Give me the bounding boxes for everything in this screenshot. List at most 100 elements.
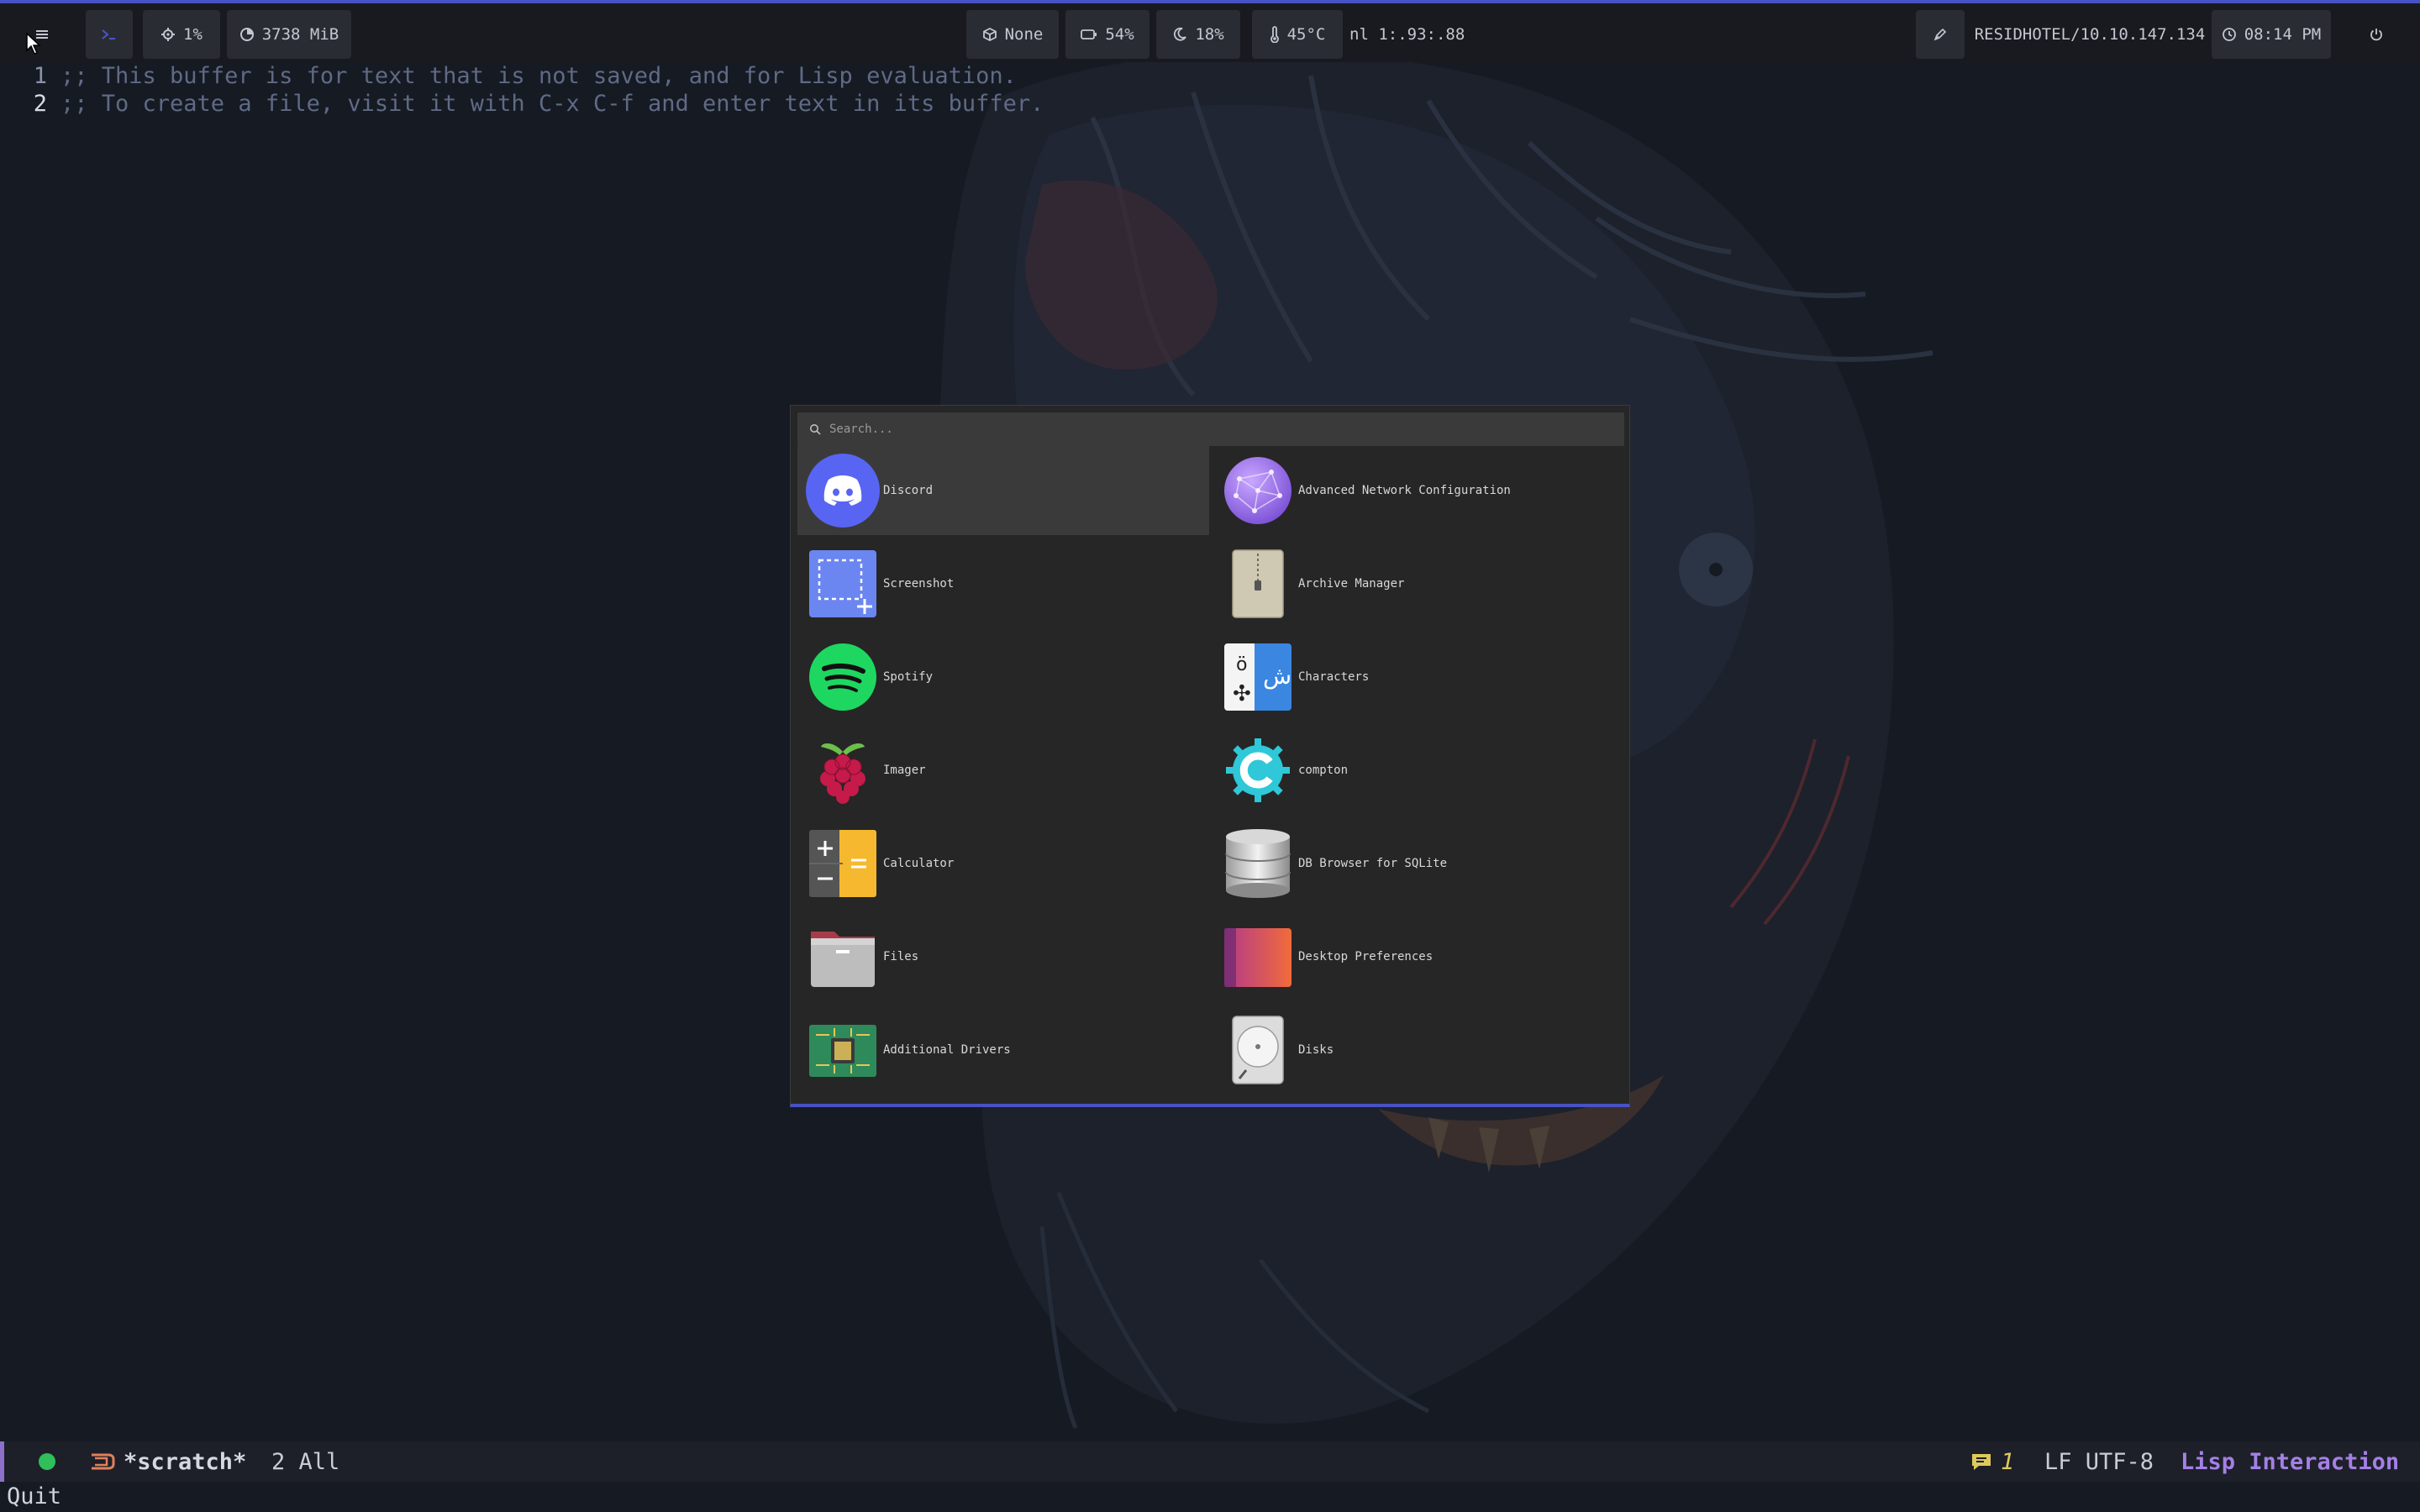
app-label: Files <box>883 950 919 963</box>
host-address[interactable]: RESIDHOTEL/10.10.147.134 <box>1974 10 2206 59</box>
battery-icon <box>1081 29 1097 39</box>
desktop-preferences-icon <box>1221 920 1295 994</box>
app-imager[interactable]: Imager <box>797 726 1209 815</box>
app-desktop-preferences[interactable]: Desktop Preferences <box>1213 912 1624 1001</box>
spotify-icon <box>806 640 880 714</box>
mouse-cursor <box>26 32 41 55</box>
updates-widget[interactable]: None <box>966 10 1059 59</box>
mode-line: *scratch* 2 All 1 LF UTF-8 Lisp Interact… <box>0 1441 2420 1482</box>
app-label: compton <box>1298 764 1349 777</box>
line-text: ;; This buffer is for text that is not s… <box>60 63 1017 89</box>
messages-indicator[interactable]: 1 <box>1970 1441 2014 1482</box>
brightness-level: 18% <box>1195 25 1224 44</box>
message-icon <box>1972 1454 1991 1470</box>
major-mode[interactable]: Lisp Interaction <box>2181 1441 2399 1482</box>
line-number: 1 <box>33 63 47 89</box>
app-label: DB Browser for SQLite <box>1298 857 1448 870</box>
brightness-widget[interactable]: 18% <box>1156 10 1240 59</box>
app-screenshot[interactable]: Screenshot <box>797 539 1209 628</box>
discord-icon <box>806 454 880 528</box>
characters-icon: ö ✣ ش <box>1221 640 1295 714</box>
buffer-status-indicator <box>38 1441 56 1482</box>
memory-usage: 3738 MiB <box>261 25 339 44</box>
memory-icon <box>239 28 254 41</box>
clock-widget[interactable]: 08:14 PM <box>2212 10 2331 59</box>
cpu-widget[interactable]: 1% <box>143 10 220 59</box>
compton-icon <box>1221 733 1295 807</box>
app-grid: Discord Advanced Network Configuration S… <box>797 446 1624 1095</box>
folder-icon <box>806 920 880 994</box>
power-button[interactable] <box>2353 10 2400 59</box>
raspberry-icon <box>806 733 880 807</box>
app-spotify[interactable]: Spotify <box>797 633 1209 722</box>
terminal-button[interactable] <box>86 10 133 59</box>
buffer-name[interactable]: *scratch* <box>124 1441 246 1482</box>
app-label: Archive Manager <box>1298 577 1405 591</box>
clock-time: 08:14 PM <box>2244 25 2322 44</box>
svg-text:ش: ش <box>1263 662 1292 690</box>
pen-icon <box>1933 28 1947 41</box>
archive-icon <box>1221 547 1295 621</box>
search-box[interactable] <box>797 412 1624 446</box>
screenshot-icon <box>806 547 880 621</box>
top-panel: 1% 3738 MiB None 54% 18% 45°C nl 1:.93:.… <box>0 0 2420 62</box>
app-label: Desktop Preferences <box>1298 950 1434 963</box>
cpu-temperature: 45°C <box>1286 25 1326 44</box>
host-label: RESIDHOTEL/10.10.147.134 <box>1974 25 2206 44</box>
memory-widget[interactable]: 3738 MiB <box>227 10 351 59</box>
search-icon <box>810 424 821 435</box>
cpu-usage: 1% <box>183 25 203 44</box>
database-icon <box>1221 827 1295 900</box>
thermometer-icon <box>1270 26 1279 43</box>
editor-line[interactable]: 1 ;; This buffer is for text that is not… <box>0 62 1017 90</box>
app-label: Spotify <box>883 670 934 684</box>
package-icon <box>982 27 997 42</box>
app-advanced-network-configuration[interactable]: Advanced Network Configuration <box>1213 446 1624 535</box>
encoding-indicator[interactable]: LF UTF-8 <box>2044 1441 2154 1482</box>
svg-text:✣: ✣ <box>1233 681 1251 706</box>
app-label: Discord <box>883 484 934 497</box>
app-label: Screenshot <box>883 577 955 591</box>
disk-icon <box>1221 1013 1295 1087</box>
app-label: Advanced Network Configuration <box>1298 484 1511 497</box>
app-archive-manager[interactable]: Archive Manager <box>1213 539 1624 628</box>
app-files[interactable]: Files <box>797 912 1209 1001</box>
app-label: Calculator <box>883 857 955 870</box>
calculator-icon <box>806 827 880 900</box>
app-discord[interactable]: Discord <box>797 446 1209 535</box>
network-status[interactable]: nl 1:.93:.88 <box>1349 10 1467 59</box>
network-label: nl 1:.93:.88 <box>1349 25 1465 44</box>
power-icon <box>2370 29 2382 41</box>
temperature-widget[interactable]: 45°C <box>1252 10 1343 59</box>
network-config-icon <box>1221 454 1295 528</box>
moon-icon <box>1174 27 1187 41</box>
battery-widget[interactable]: 54% <box>1065 10 1150 59</box>
updates-status: None <box>1004 25 1044 44</box>
app-label: Characters <box>1298 670 1370 684</box>
app-label: Additional Drivers <box>883 1043 1011 1057</box>
buffer-position: 2 All <box>271 1448 340 1475</box>
app-disks[interactable]: Disks <box>1213 1005 1624 1095</box>
svg-text:ö: ö <box>1236 654 1247 675</box>
app-label: Disks <box>1298 1043 1334 1057</box>
editor-line[interactable]: 2 ;; To create a file, visit it with C-x… <box>0 90 1044 118</box>
search-input[interactable] <box>829 423 1586 436</box>
message-count: 1 <box>2001 1448 2015 1475</box>
app-launcher: Discord Advanced Network Configuration S… <box>790 405 1630 1107</box>
app-compton[interactable]: compton <box>1213 726 1624 815</box>
app-db-browser-for-sqlite[interactable]: DB Browser for SQLite <box>1213 819 1624 908</box>
app-additional-drivers[interactable]: Additional Drivers <box>797 1005 1209 1095</box>
cpu-icon <box>161 28 176 41</box>
clock-icon <box>2222 28 2236 41</box>
terminal-icon <box>102 29 115 39</box>
line-number: 2 <box>33 91 47 117</box>
pen-button[interactable] <box>1916 10 1965 59</box>
app-characters[interactable]: ö ✣ ش Characters <box>1213 633 1624 722</box>
battery-level: 54% <box>1105 25 1134 44</box>
emacs-lisp-icon <box>88 1441 115 1482</box>
chip-icon <box>806 1013 880 1087</box>
app-label: Imager <box>883 764 926 777</box>
app-calculator[interactable]: Calculator <box>797 819 1209 908</box>
echo-area: Quit <box>0 1482 2420 1512</box>
echo-message: Quit <box>7 1483 62 1509</box>
